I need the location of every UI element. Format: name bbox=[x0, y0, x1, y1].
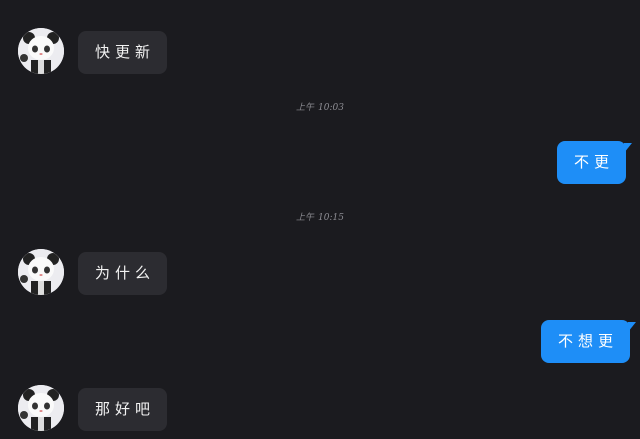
timestamp-period: 上午 bbox=[296, 213, 315, 223]
timestamp-time: 10:15 bbox=[318, 213, 344, 223]
panda-avatar-icon bbox=[18, 385, 64, 431]
timestamp-period: 上午 bbox=[296, 103, 315, 113]
timestamp: 上午 10:03 bbox=[0, 100, 640, 113]
panda-avatar-icon bbox=[18, 249, 64, 295]
timestamp-time: 10:03 bbox=[318, 103, 344, 113]
message-bubble-incoming[interactable]: 快更新 bbox=[78, 31, 168, 74]
message-bubble-outgoing[interactable]: 不更 bbox=[557, 141, 633, 184]
chat-window: 快更新 上午 10:03 不更 上午 10:15 为什么 不想更 那好吧 bbox=[0, 0, 640, 439]
contact-avatar[interactable] bbox=[18, 249, 64, 295]
message-bubble-incoming[interactable]: 那好吧 bbox=[78, 388, 168, 431]
contact-avatar[interactable] bbox=[18, 385, 64, 431]
message-bubble-outgoing[interactable]: 不想更 bbox=[541, 320, 637, 363]
panda-avatar-icon bbox=[18, 28, 64, 74]
message-bubble-incoming[interactable]: 为什么 bbox=[78, 252, 168, 295]
timestamp: 上午 10:15 bbox=[0, 210, 640, 223]
contact-avatar[interactable] bbox=[18, 28, 64, 74]
